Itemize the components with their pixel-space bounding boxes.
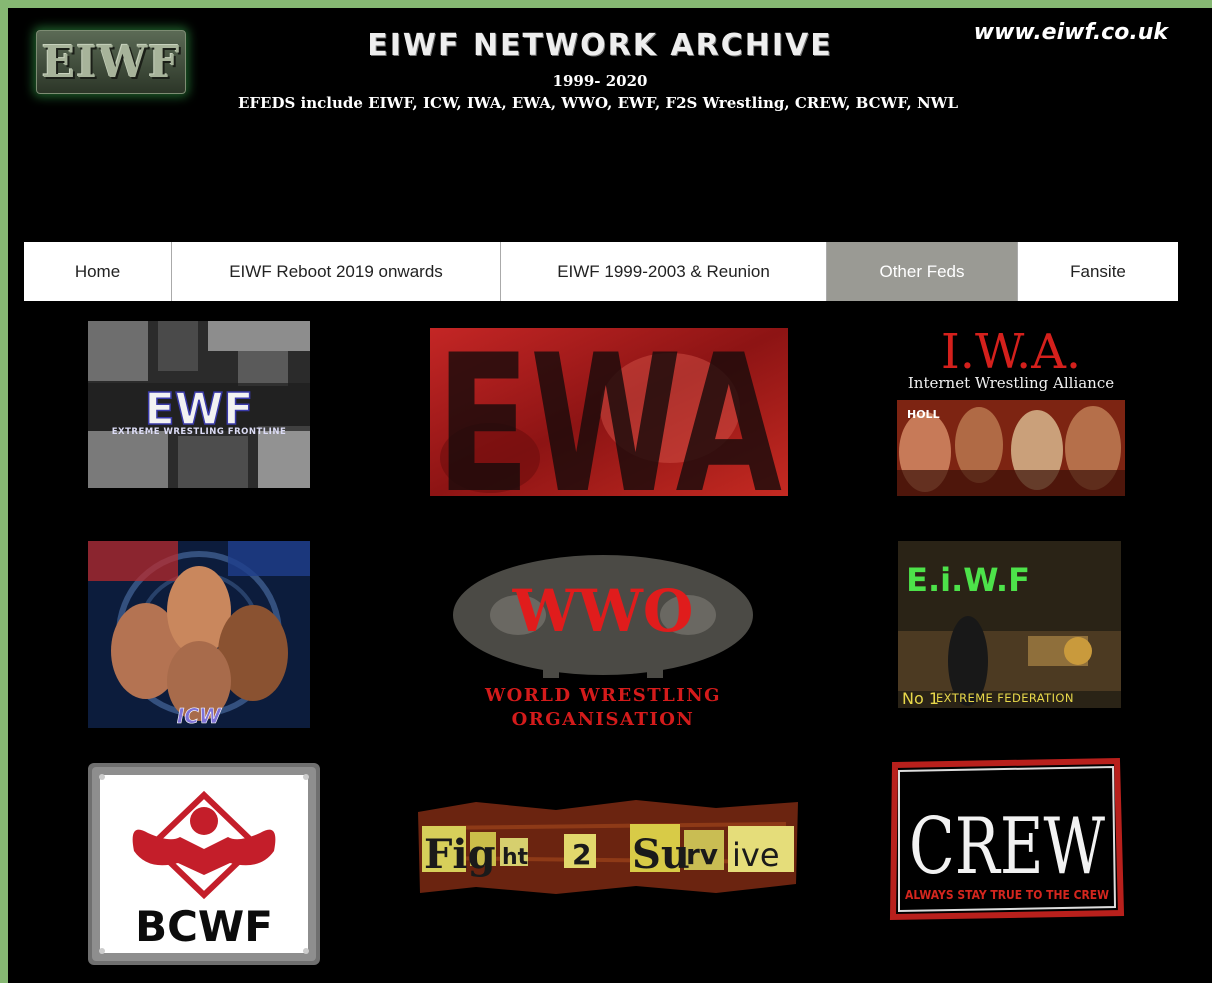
icw-tile[interactable]: ICW bbox=[88, 541, 310, 728]
nav-fansite-label: Fansite bbox=[1070, 261, 1126, 281]
iwa-tile[interactable]: I.W.A. Internet Wrestling Alliance HOLL bbox=[897, 320, 1125, 496]
wwo-line1: WORLD WRESTLING bbox=[484, 685, 721, 706]
f2s-part-2: ht bbox=[502, 845, 529, 870]
bcwf-tile[interactable]: BCWF bbox=[88, 763, 320, 965]
ewa-tile[interactable]: EWA bbox=[430, 328, 788, 496]
nav-home[interactable]: Home bbox=[24, 242, 172, 301]
nav-other-feds-label: Other Feds bbox=[879, 261, 965, 281]
nav-eiwf-reboot[interactable]: EIWF Reboot 2019 onwards bbox=[172, 242, 501, 301]
nav-home-label: Home bbox=[74, 261, 121, 281]
page-frame: EIWF EIWF NETWORK ARCHIVE 1999- 2020 EFE… bbox=[8, 8, 1212, 983]
bcwf-logo: BCWF bbox=[135, 902, 273, 951]
crew-logo: CREW bbox=[909, 802, 1105, 892]
f2s-part-6: ive bbox=[732, 836, 780, 874]
nav-other-feds[interactable]: Other Feds bbox=[827, 242, 1018, 301]
ewf-tagline: EXTREME WRESTLING FRONTLINE bbox=[112, 427, 287, 437]
site-title: EIWF NETWORK ARCHIVE bbox=[367, 28, 833, 63]
iwa-poster-text: HOLL bbox=[907, 408, 940, 421]
f2s-part-4: Su bbox=[632, 831, 690, 878]
efeds-list: EFEDS include EIWF, ICW, IWA, EWA, WWO, … bbox=[237, 94, 959, 112]
eiwf-tile[interactable]: E.i.W.F No 1 EXTREME FEDERATION bbox=[898, 541, 1121, 708]
years-subtitle: 1999- 2020 bbox=[552, 72, 648, 90]
wwo-tile[interactable]: WWO WORLD WRESTLING ORGANISATION bbox=[448, 543, 758, 728]
crew-tile[interactable]: CREW ALWAYS STAY TRUE TO THE CREW bbox=[885, 753, 1129, 923]
f2s-part-1: Fig bbox=[424, 831, 496, 878]
main-nav: Home EIWF Reboot 2019 onwards EIWF 1999-… bbox=[24, 242, 1178, 301]
nav-fansite[interactable]: Fansite bbox=[1018, 242, 1178, 301]
site-url: www.eiwf.co.uk bbox=[973, 20, 1168, 45]
nav-eiwf-1999-2003-label: EIWF 1999-2003 & Reunion bbox=[557, 261, 770, 281]
eiwf-footer-a: No 1 bbox=[902, 689, 939, 708]
wwo-logo: WWO bbox=[512, 577, 694, 645]
f2s-tile[interactable]: Fig ht 2 Su rv ive bbox=[416, 798, 800, 895]
nav-eiwf-1999-2003[interactable]: EIWF 1999-2003 & Reunion bbox=[501, 242, 827, 301]
iwa-logo: I.W.A. bbox=[941, 324, 1081, 380]
eiwf-footer-b: EXTREME FEDERATION bbox=[936, 691, 1074, 705]
eiwf-tile-logo: E.i.W.F bbox=[906, 561, 1030, 599]
icw-logo: ICW bbox=[177, 704, 222, 728]
ewa-logo: EWA bbox=[436, 328, 782, 496]
iwa-tagline: Internet Wrestling Alliance bbox=[908, 374, 1114, 392]
ewf-tile[interactable]: EWF EXTREME WRESTLING FRONTLINE bbox=[88, 321, 310, 488]
eiwf-logo-text: EIWF bbox=[41, 36, 181, 88]
crew-tagline: ALWAYS STAY TRUE TO THE CREW bbox=[905, 888, 1109, 902]
eiwf-logo[interactable]: EIWF bbox=[36, 30, 186, 94]
nav-eiwf-reboot-label: EIWF Reboot 2019 onwards bbox=[229, 261, 443, 281]
f2s-part-3: 2 bbox=[572, 838, 591, 871]
wwo-line2: ORGANISATION bbox=[512, 709, 695, 728]
f2s-part-5: rv bbox=[686, 838, 718, 871]
